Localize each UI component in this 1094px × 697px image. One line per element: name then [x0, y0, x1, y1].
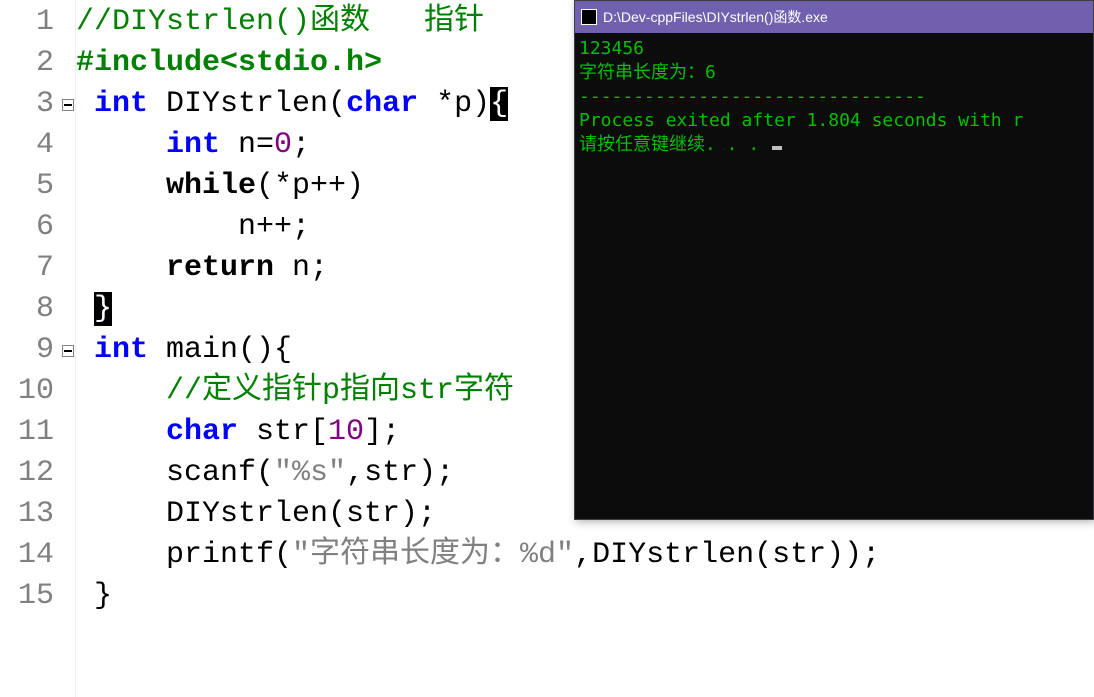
line-number: 7 — [0, 248, 60, 289]
console-window[interactable]: D:\Dev-cppFiles\DIYstrlen()函数.exe 123456… — [574, 0, 1094, 520]
fold-cell — [60, 166, 75, 207]
console-title: D:\Dev-cppFiles\DIYstrlen()函数.exe — [603, 7, 828, 27]
fold-cell[interactable] — [60, 84, 75, 125]
line-number: 13 — [0, 494, 60, 535]
console-output: 123456 字符串长度为：6 ------------------------… — [575, 33, 1093, 519]
line-number: 4 — [0, 125, 60, 166]
code-line[interactable]: } — [76, 576, 1094, 617]
fold-cell — [60, 125, 75, 166]
fold-cell — [60, 371, 75, 412]
line-number: 10 — [0, 371, 60, 412]
fold-toggle-icon[interactable] — [62, 345, 74, 357]
fold-cell — [60, 289, 75, 330]
line-number: 8 — [0, 289, 60, 330]
console-titlebar[interactable]: D:\Dev-cppFiles\DIYstrlen()函数.exe — [575, 1, 1093, 33]
fold-cell — [60, 576, 75, 617]
fold-cell — [60, 248, 75, 289]
fold-column[interactable] — [60, 0, 76, 697]
fold-cell — [60, 453, 75, 494]
line-number: 6 — [0, 207, 60, 248]
console-cursor — [772, 146, 782, 150]
line-number: 15 — [0, 576, 60, 617]
line-number: 12 — [0, 453, 60, 494]
code-line[interactable]: printf("字符串长度为：%d",DIYstrlen(str)); — [76, 535, 1094, 576]
line-number: 11 — [0, 412, 60, 453]
line-number: 14 — [0, 535, 60, 576]
line-number-gutter: 123456789101112131415 — [0, 0, 60, 697]
fold-cell[interactable] — [60, 330, 75, 371]
fold-cell — [60, 535, 75, 576]
fold-cell — [60, 494, 75, 535]
fold-cell — [60, 207, 75, 248]
line-number: 3 — [0, 84, 60, 125]
line-number: 2 — [0, 43, 60, 84]
console-icon — [581, 9, 597, 25]
line-number: 5 — [0, 166, 60, 207]
fold-cell — [60, 43, 75, 84]
fold-toggle-icon[interactable] — [62, 99, 74, 111]
fold-cell — [60, 2, 75, 43]
line-number: 9 — [0, 330, 60, 371]
fold-cell — [60, 412, 75, 453]
line-number: 1 — [0, 2, 60, 43]
